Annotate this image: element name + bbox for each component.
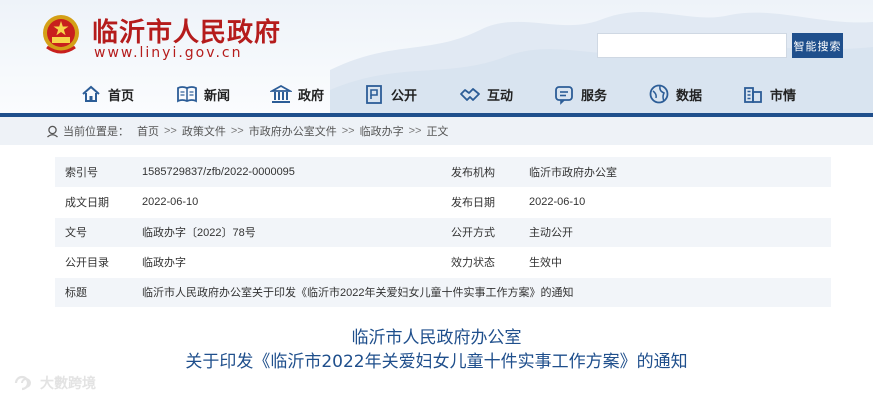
meta-key: 发布机构 xyxy=(441,157,519,188)
breadcrumb: 当前位置是： 首页 >> 政策文件 >> 市政府办公室文件 >> 临政办字 >>… xyxy=(0,117,873,145)
meta-key: 发布日期 xyxy=(441,187,519,218)
breadcrumb-item-office-docs[interactable]: 市政府办公室文件 xyxy=(249,123,337,139)
breadcrumb-prefix: 当前位置是： xyxy=(63,126,129,138)
site-url: www.linyi.gov.cn xyxy=(94,45,243,61)
search-input[interactable] xyxy=(597,33,787,58)
watermark-text: 大數跨境 xyxy=(40,375,96,391)
national-emblem-icon xyxy=(43,15,79,54)
nav-item-news[interactable]: 新闻 xyxy=(176,78,230,110)
table-row: 索引号 1585729837/zfb/2022-0000095 发布机构 临沂市… xyxy=(55,157,831,188)
nav-item-city[interactable]: 市情 xyxy=(742,78,796,110)
nav-item-government[interactable]: 政府 xyxy=(270,78,324,110)
meta-value: 1585729837/zfb/2022-0000095 xyxy=(132,157,441,188)
table-row: 公开目录 临政办字 效力状态 生效中 xyxy=(55,247,831,278)
nav-item-label: 公开 xyxy=(391,87,418,103)
table-row: 标题 临沂市人民政府办公室关于印发《临沂市2022年关爱妇女儿童十件实事工作方案… xyxy=(55,277,831,308)
meta-key: 公开方式 xyxy=(441,217,519,248)
service-icon xyxy=(553,83,575,105)
breadcrumb-separator: >> xyxy=(230,125,244,137)
nav-item-label: 新闻 xyxy=(204,87,231,103)
nav-item-label: 数据 xyxy=(676,87,703,103)
breadcrumb-item-current: 正文 xyxy=(426,126,449,138)
city-icon xyxy=(742,83,764,105)
meta-value: 2022-06-10 xyxy=(519,187,831,218)
home-icon xyxy=(80,83,102,105)
table-row: 成文日期 2022-06-10 发布日期 2022-06-10 xyxy=(55,187,831,218)
breadcrumb-separator: >> xyxy=(408,125,422,137)
breadcrumb-separator: >> xyxy=(341,125,355,137)
meta-key: 文号 xyxy=(55,217,132,248)
meta-key: 公开目录 xyxy=(55,247,132,278)
site-header: 临沂市人民政府 www.linyi.gov.cn 智能搜索 首页 新闻 政府 公… xyxy=(0,0,873,118)
government-building-icon xyxy=(270,83,292,105)
nav-item-interact[interactable]: 互动 xyxy=(459,78,513,110)
nav-item-label: 市情 xyxy=(770,87,797,103)
breadcrumb-item-policy[interactable]: 政策文件 xyxy=(182,123,226,139)
nav-item-label: 政府 xyxy=(298,87,325,103)
meta-value: 临政办字〔2022〕78号 xyxy=(132,217,441,248)
newspaper-icon xyxy=(176,83,198,105)
handshake-icon xyxy=(459,83,481,105)
document-title-line1: 临沂市人民政府办公室 xyxy=(351,328,522,348)
breadcrumb-item-linzhengban[interactable]: 临政办字 xyxy=(360,123,404,139)
meta-value: 临政办字 xyxy=(132,247,441,278)
meta-value: 生效中 xyxy=(519,247,831,278)
nav-item-home[interactable]: 首页 xyxy=(80,78,134,110)
watermark: 大數跨境 xyxy=(8,373,96,393)
nav-item-data[interactable]: 数据 xyxy=(648,78,702,110)
document-title-line2: 关于印发《临沂市2022年关爱妇女儿童十件实事工作方案》的通知 xyxy=(185,352,688,372)
table-row: 文号 临政办字〔2022〕78号 公开方式 主动公开 xyxy=(55,217,831,248)
search-button[interactable]: 智能搜索 xyxy=(792,33,843,58)
globe-icon xyxy=(648,83,670,105)
meta-title-value: 临沂市人民政府办公室关于印发《临沂市2022年关爱妇女儿童十件实事工作方案》的通… xyxy=(132,277,831,308)
breadcrumb-separator: >> xyxy=(164,125,177,137)
breadcrumb-item-home[interactable]: 首页 xyxy=(137,123,159,139)
site-title[interactable]: 临沂市人民政府 xyxy=(92,12,281,49)
document-meta-table: 索引号 1585729837/zfb/2022-0000095 发布机构 临沂市… xyxy=(55,157,831,308)
meta-key: 效力状态 xyxy=(441,247,519,278)
nav-item-service[interactable]: 服务 xyxy=(553,78,607,110)
meta-key: 标题 xyxy=(55,277,132,308)
document-icon xyxy=(363,83,385,105)
watermark-logo-icon xyxy=(14,375,31,391)
meta-value: 临沂市政府办公室 xyxy=(519,157,831,188)
nav-item-label: 首页 xyxy=(108,87,135,103)
nav-item-label: 服务 xyxy=(581,87,608,103)
location-icon xyxy=(47,125,58,138)
nav-item-open[interactable]: 公开 xyxy=(363,78,417,110)
nav-item-label: 互动 xyxy=(487,87,514,103)
main-nav: 首页 新闻 政府 公开 互动 服务 数据 市情 xyxy=(0,78,873,110)
meta-key: 索引号 xyxy=(55,157,132,188)
meta-key: 成文日期 xyxy=(55,187,132,218)
meta-value: 主动公开 xyxy=(519,217,831,248)
meta-value: 2022-06-10 xyxy=(132,187,441,218)
